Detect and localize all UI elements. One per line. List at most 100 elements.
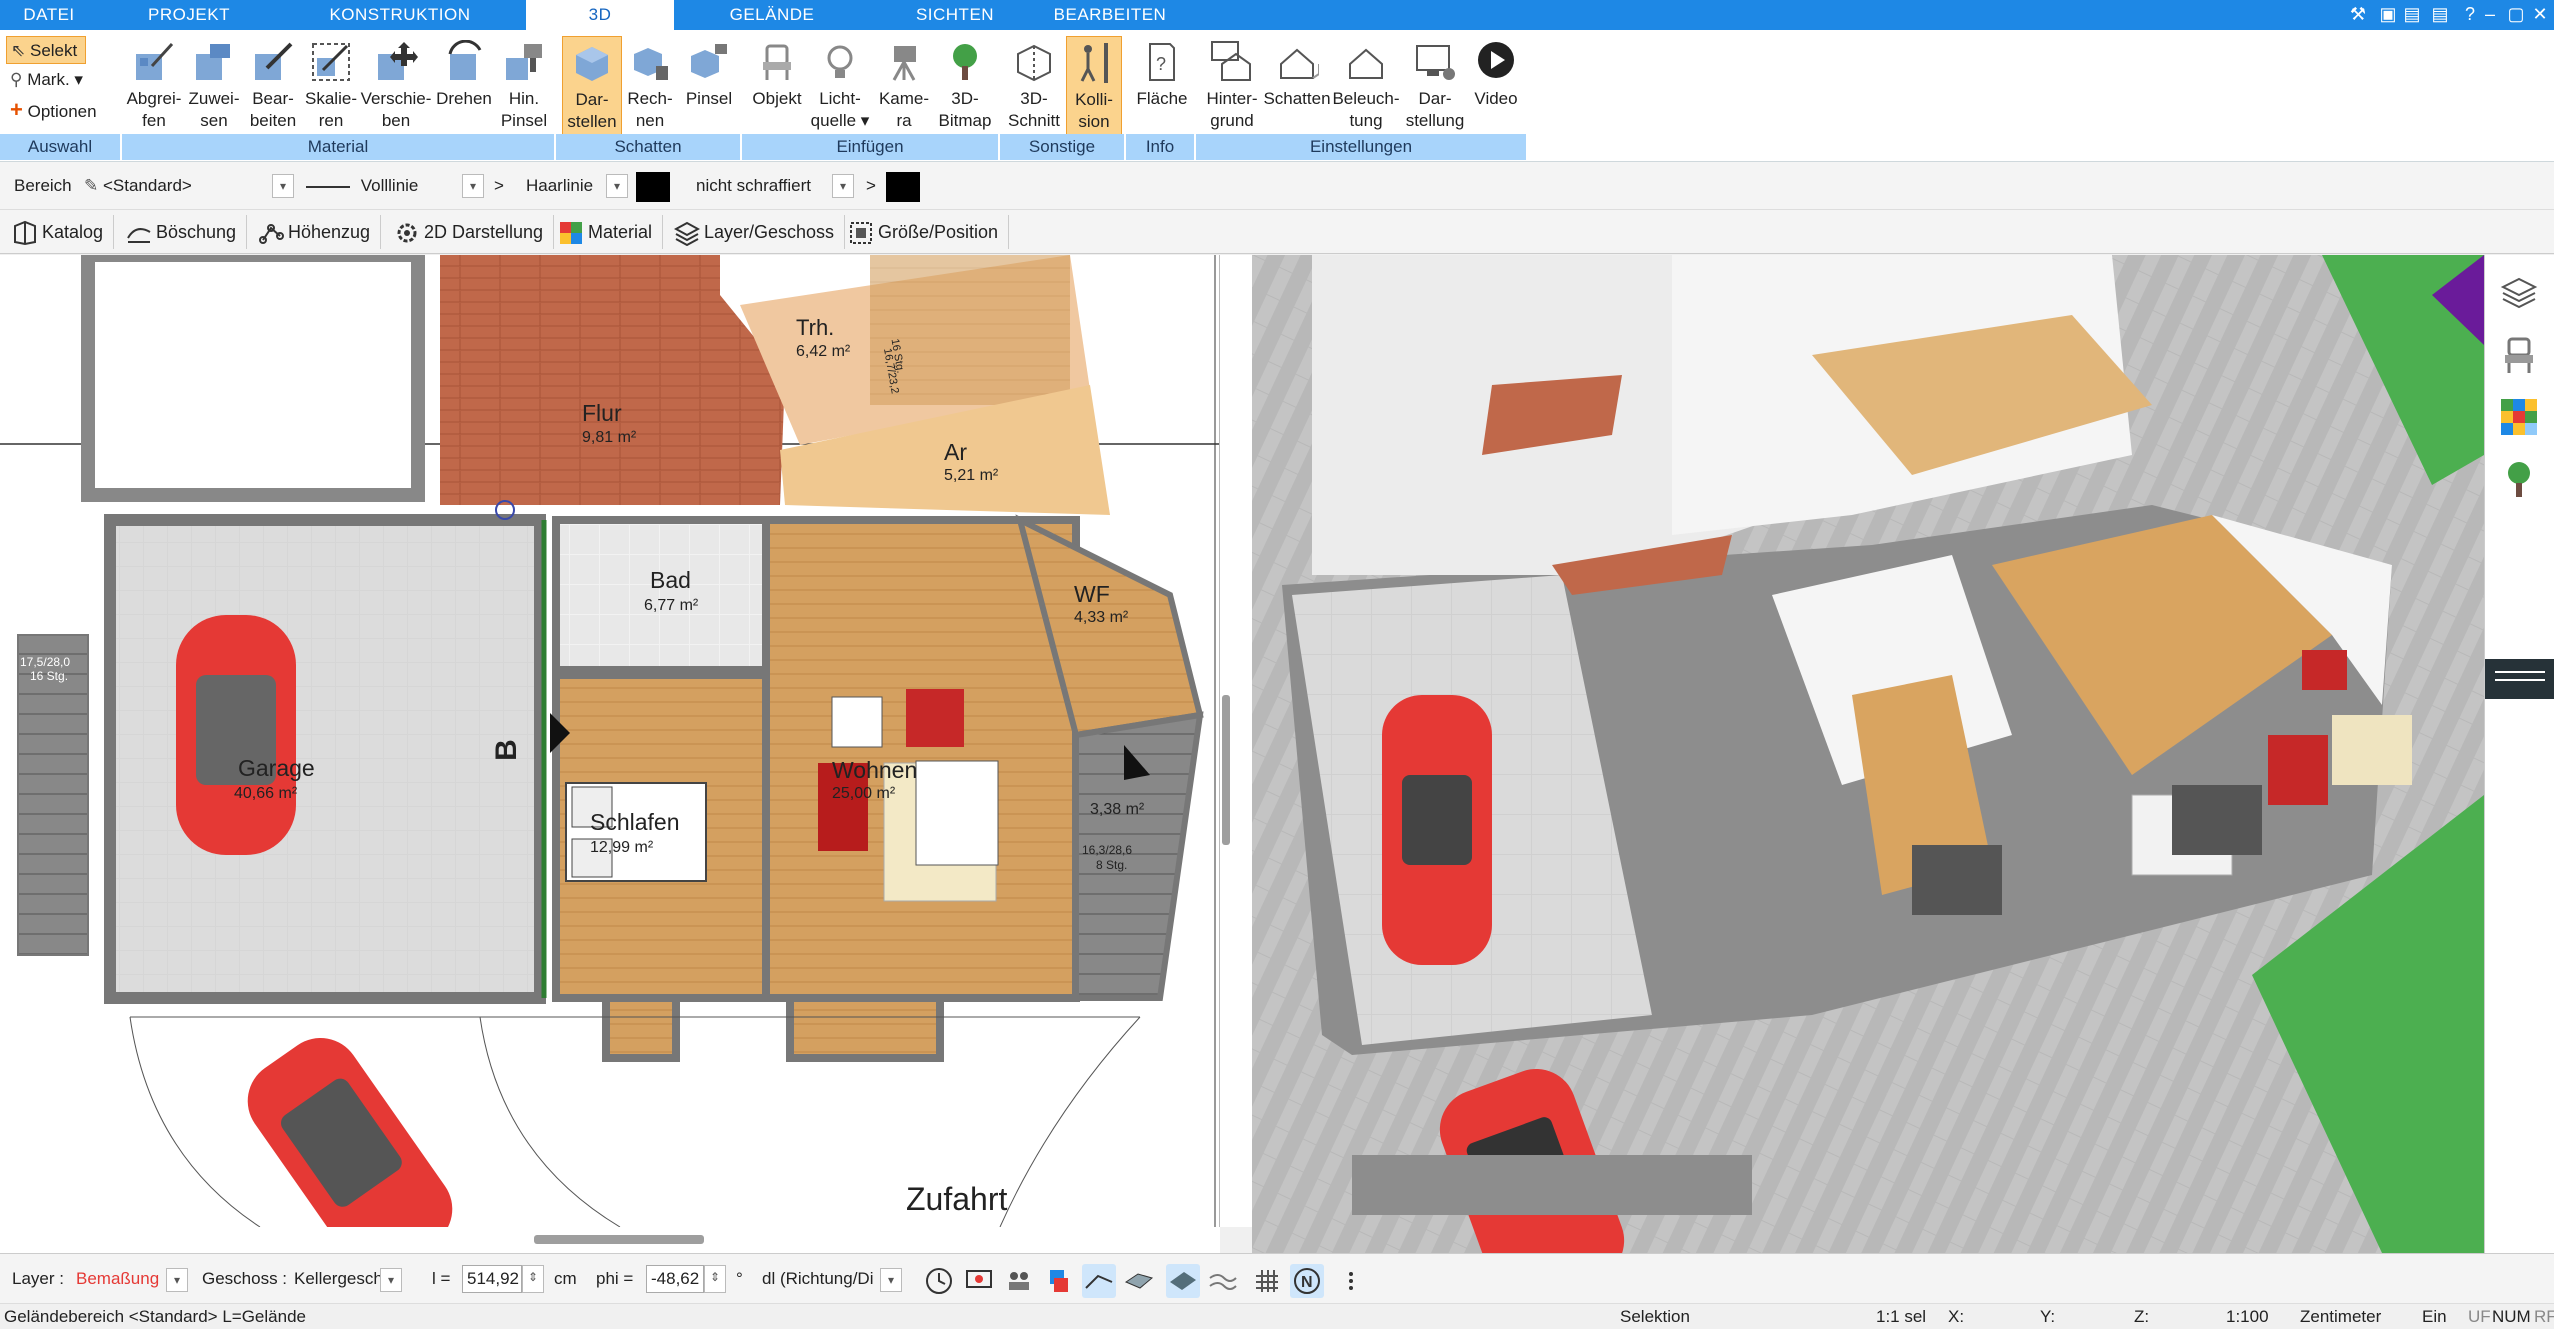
panel-menu-button[interactable] xyxy=(2485,659,2554,699)
room-name: WF xyxy=(1074,581,1110,607)
hatch-icon[interactable] xyxy=(1122,1264,1156,1298)
verschieben-button[interactable]: Verschie-ben xyxy=(358,36,434,138)
layers-panel-icon[interactable] xyxy=(2499,273,2539,313)
tab-bearbeiten[interactable]: BEARBEITEN xyxy=(1040,0,1180,30)
tab-datei[interactable]: DATEI xyxy=(0,0,98,30)
snap-line-icon[interactable] xyxy=(1082,1264,1116,1298)
linestyle-dropdown-arrow[interactable]: ▾ xyxy=(462,174,484,198)
wave-layer-icon[interactable] xyxy=(1206,1264,1240,1298)
mark-button[interactable]: ⚲ Mark. ▾ xyxy=(6,66,83,94)
optionen-label: Optionen xyxy=(27,102,97,121)
geschoss-dropdown[interactable]: Kellergesch xyxy=(294,1265,383,1293)
hintergrund-button[interactable]: Hinter-grund xyxy=(1200,36,1264,138)
view-splitter[interactable] xyxy=(1220,255,1252,1227)
boeschung-button[interactable]: Böschung xyxy=(118,215,248,249)
video-button[interactable]: Video xyxy=(1468,36,1524,138)
group-sonstige: Sonstige xyxy=(1000,134,1124,160)
3d-view[interactable] xyxy=(1252,255,2484,1253)
tab-gelaende[interactable]: GELÄNDE xyxy=(700,0,844,30)
layer-geschoss-button[interactable]: Layer/Geschoss xyxy=(666,215,846,249)
2d-darstellung-button[interactable]: 2D Darstellung xyxy=(386,215,555,249)
fill-color-swatch[interactable] xyxy=(886,172,920,202)
drehen-button[interactable]: Drehen xyxy=(432,36,496,138)
objekt-button[interactable]: Objekt xyxy=(746,36,808,138)
tab-projekt[interactable]: PROJEKT xyxy=(108,0,270,30)
schatten-settings-button[interactable]: Schatten xyxy=(1262,36,1332,138)
monitor-settings-icon xyxy=(1416,45,1455,80)
length-unit: cm xyxy=(554,1269,577,1288)
length-input[interactable]: 514,92 xyxy=(462,1265,522,1293)
dl-dropdown-arrow[interactable]: ▾ xyxy=(880,1268,902,1292)
close-icon[interactable]: ✕ xyxy=(2528,2,2552,26)
bearbeiten-button[interactable]: Bear-beiten xyxy=(244,36,302,138)
hatch-dropdown-arrow[interactable]: ▾ xyxy=(832,174,854,198)
tab-3d[interactable]: 3D xyxy=(526,0,674,30)
mark-icon: ⚲ xyxy=(10,70,23,89)
linetype-dropdown-arrow[interactable]: ▾ xyxy=(606,174,628,198)
layer-dropdown-arrow[interactable]: ▾ xyxy=(166,1268,188,1292)
horizontal-scrollbar[interactable] xyxy=(0,1227,1220,1253)
room-area: 6,42 m² xyxy=(796,343,851,360)
phi-input[interactable]: -48,62 xyxy=(646,1265,704,1293)
schatten-rechnen-button[interactable]: Rech-nen xyxy=(624,36,676,138)
chair-panel-icon[interactable] xyxy=(2499,335,2539,375)
3d-bitmap-button[interactable]: 3D- Bitmap xyxy=(934,36,996,138)
tab-sichten[interactable]: SICHTEN xyxy=(880,0,1030,30)
material-button[interactable]: Material xyxy=(550,215,664,249)
length-stepper[interactable]: ⇕ xyxy=(522,1265,544,1293)
horizontal-scrollbar-thumb[interactable] xyxy=(534,1235,704,1244)
beleuchtung-button[interactable]: Beleuch-tung xyxy=(1332,36,1400,138)
skalieren-button[interactable]: Skalie-ren xyxy=(302,36,360,138)
layer-dropdown[interactable]: Bemaßung xyxy=(76,1265,159,1293)
lightbulb-icon xyxy=(827,45,853,78)
dl-dropdown[interactable]: dl (Richtung/Di xyxy=(762,1265,874,1293)
schatten-pinsel-button[interactable]: Pinsel xyxy=(680,36,738,138)
clock-icon[interactable] xyxy=(922,1264,956,1298)
grid-icon[interactable] xyxy=(1250,1264,1284,1298)
secondary-toolbar: Katalog Böschung Höhenzug 2D Darstellung… xyxy=(0,210,2554,254)
geschoss-dropdown-arrow[interactable]: ▾ xyxy=(380,1268,402,1292)
window-icon-2[interactable]: ▤ xyxy=(2428,2,2452,26)
status-y: Y: xyxy=(2040,1307,2056,1326)
tree-panel-icon[interactable] xyxy=(2499,459,2539,499)
linestyle-dropdown[interactable]: Volllinie xyxy=(306,173,486,199)
folder-icon[interactable]: ▣ xyxy=(2376,2,2400,26)
tools-icon[interactable]: ⚒ xyxy=(2346,2,2370,26)
more-options-icon[interactable] xyxy=(1342,1264,1360,1298)
window-icon[interactable]: ▤ xyxy=(2400,2,2424,26)
floor-plan-2d-view[interactable]: Trh. 6,42 m² Flur 9,81 m² Ar 5,21 m² Bad… xyxy=(0,255,1220,1227)
tab-konstruktion[interactable]: KONSTRUKTION xyxy=(300,0,500,30)
abgreifen-button[interactable]: Abgrei-fen xyxy=(122,36,186,138)
north-icon[interactable]: N xyxy=(1290,1264,1324,1298)
vertical-scrollbar-thumb[interactable] xyxy=(1222,695,1230,845)
schatten-darstellen-button[interactable]: Dar-stellen xyxy=(562,36,622,138)
fill-plane-icon[interactable] xyxy=(1166,1264,1200,1298)
bereich-dropdown-arrow[interactable]: ▾ xyxy=(272,174,294,198)
hoehenzug-button[interactable]: Höhenzug xyxy=(250,215,382,249)
monitor-icon[interactable] xyxy=(962,1264,996,1298)
people-icon[interactable] xyxy=(1002,1264,1036,1298)
kollision-button[interactable]: Kolli-sion xyxy=(1066,36,1122,138)
line-color-swatch[interactable] xyxy=(636,172,670,202)
minimize-icon[interactable]: – xyxy=(2478,2,2502,26)
3d-schnitt-button[interactable]: 3D- Schnitt xyxy=(1004,36,1064,138)
katalog-button[interactable]: Katalog xyxy=(4,215,115,249)
stamp-icon[interactable] xyxy=(1042,1264,1076,1298)
lichtquelle-button[interactable]: Licht-quelle ▾ xyxy=(808,36,872,138)
darstellung-button[interactable]: Dar-stellung xyxy=(1402,36,1468,138)
hatch-dropdown[interactable]: nicht schraffiert xyxy=(696,173,836,199)
phi-stepper[interactable]: ⇕ xyxy=(704,1265,726,1293)
material-panel-icon[interactable] xyxy=(2499,397,2539,437)
maximize-icon[interactable]: ▢ xyxy=(2504,2,2528,26)
optionen-button[interactable]: + Optionen xyxy=(6,96,97,124)
flaeche-button[interactable]: ? Fläche xyxy=(1132,36,1192,138)
bereich-dropdown[interactable]: ✎ <Standard> xyxy=(84,173,284,199)
house-background-icon xyxy=(1211,41,1251,81)
selekt-button[interactable]: ⇖ Selekt xyxy=(6,36,86,64)
kamera-button[interactable]: Kame-ra xyxy=(874,36,934,138)
zuweisen-button[interactable]: Zuwei-sen xyxy=(184,36,244,138)
room-name: Bad xyxy=(650,567,691,593)
groesse-position-button[interactable]: Größe/Position xyxy=(840,215,1010,249)
hin-pinsel-button[interactable]: Hin. Pinsel xyxy=(496,36,552,138)
3d-render[interactable] xyxy=(1252,255,2484,1253)
